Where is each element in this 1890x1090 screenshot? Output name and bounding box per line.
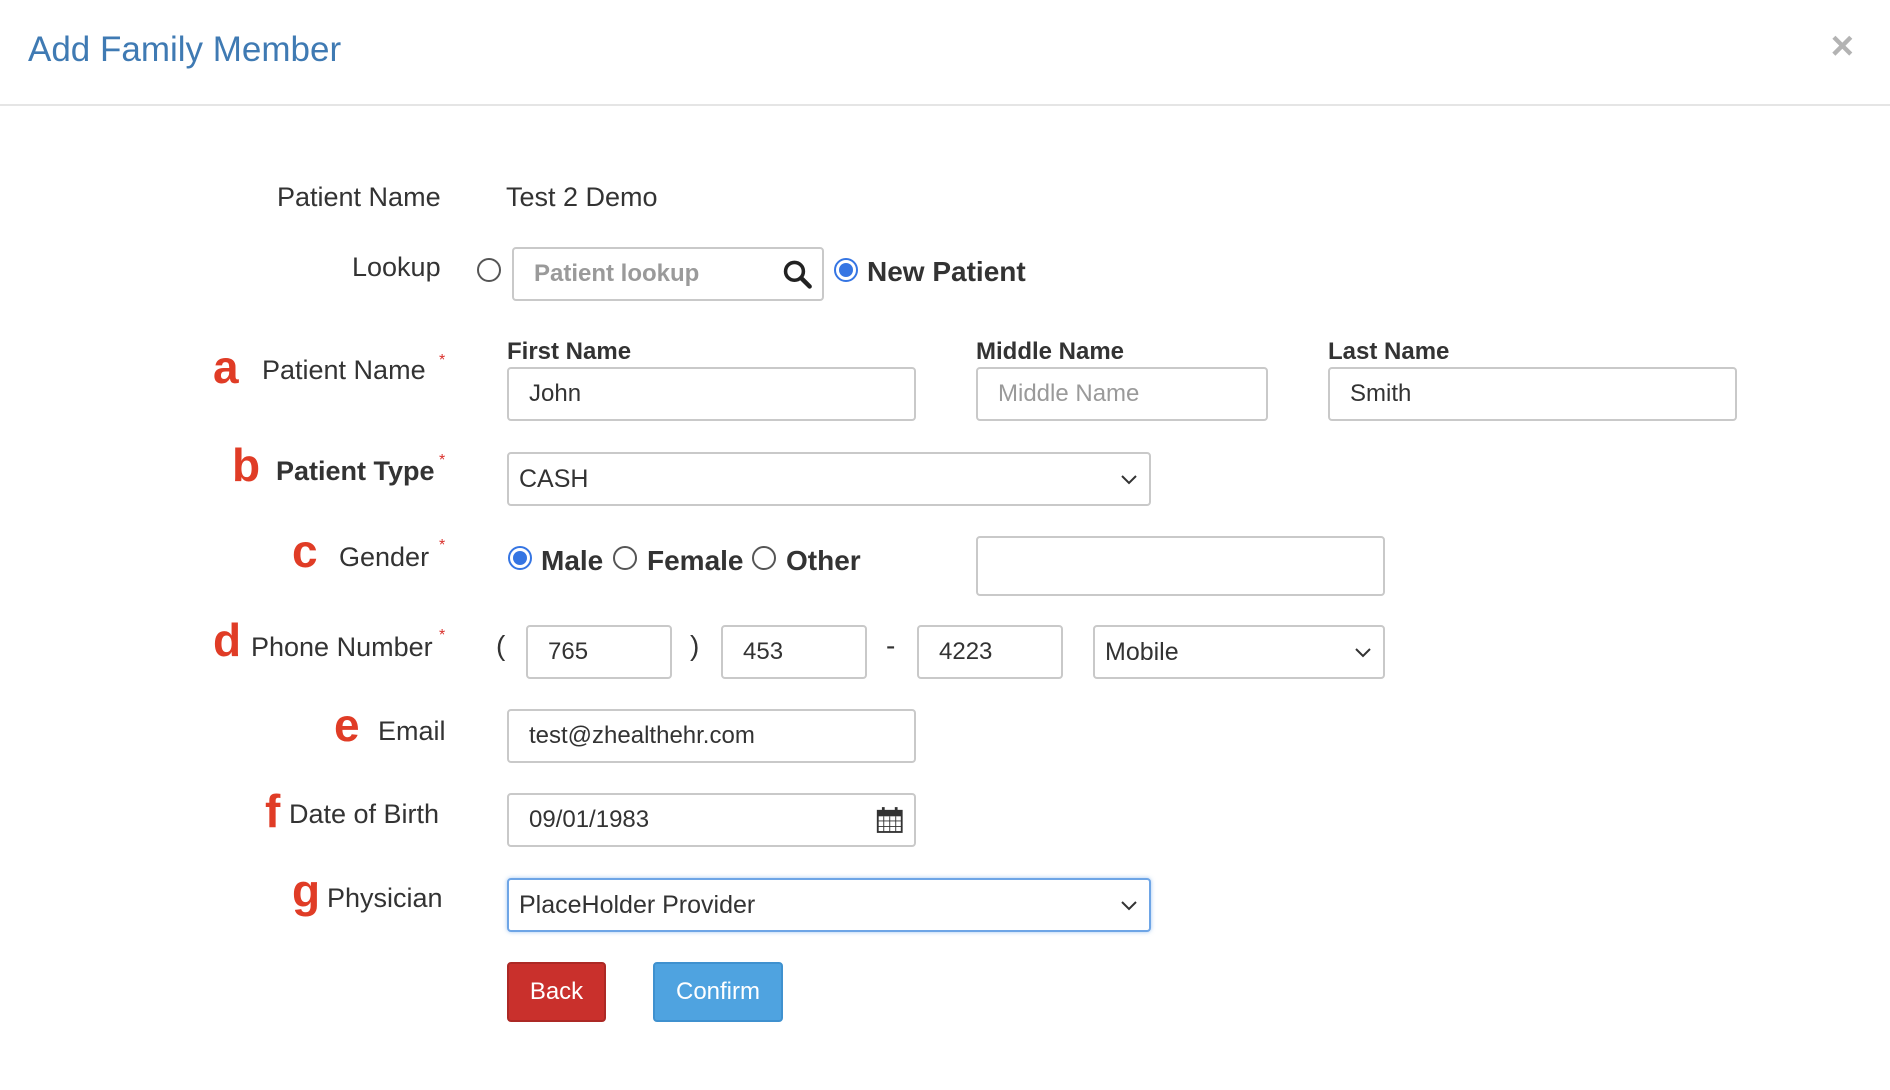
patient-lookup-input[interactable] [534,260,782,288]
back-button[interactable]: Back [507,962,606,1022]
close-icon[interactable]: × [1831,26,1854,66]
phone-line-input[interactable] [939,638,1041,666]
step-b-marker: b [232,439,261,491]
phone-type-select[interactable]: Mobile [1093,625,1385,679]
first-name-field[interactable] [507,367,916,421]
gender-female-radio[interactable] [613,546,637,570]
gender-label: Gender [339,542,430,572]
chevron-down-icon [1121,475,1137,485]
chevron-down-icon [1355,648,1371,658]
step-g-marker: g [292,865,321,917]
gender-other-input[interactable] [998,552,1363,580]
phone-type-value: Mobile [1105,637,1179,666]
phone-number-label: Phone Number [251,632,433,662]
lookup-label: Lookup [352,252,441,282]
new-patient-radio[interactable] [834,258,858,282]
dob-label: Date of Birth [289,799,440,829]
search-icon[interactable] [782,257,812,291]
step-e-marker: e [334,699,360,751]
calendar-icon[interactable] [875,804,904,836]
last-name-field[interactable] [1328,367,1737,421]
required-asterisk: * [439,452,446,469]
dob-field[interactable] [507,793,916,847]
patient-type-value: CASH [519,464,589,493]
physician-label: Physician [327,883,443,913]
phone-prefix-input[interactable] [743,638,845,666]
last-name-input[interactable] [1350,380,1715,408]
patient-type-select[interactable]: CASH [507,452,1151,506]
step-f-marker: f [265,785,281,837]
gender-other-radio[interactable] [752,546,776,570]
phone-prefix-field[interactable] [721,625,867,679]
dob-input[interactable] [529,806,875,834]
required-asterisk: * [439,537,446,554]
lookup-radio[interactable] [477,258,501,282]
new-patient-label: New Patient [867,256,1026,287]
gender-other-label: Other [786,545,861,576]
new-patient-name-label: Patient Name [262,355,426,385]
patient-type-label: Patient Type [276,456,435,486]
phone-area-input[interactable] [548,638,650,666]
physician-value: PlaceHolder Provider [519,890,756,919]
modal-header: Add Family Member × [0,0,1890,106]
modal-title: Add Family Member [28,30,342,69]
required-asterisk: * [439,352,446,369]
middle-name-label: Middle Name [976,338,1125,365]
gender-other-field[interactable] [976,536,1385,596]
first-name-label: First Name [507,338,632,365]
phone-close-paren: ) [690,630,700,661]
email-field[interactable] [507,709,916,763]
physician-select[interactable]: PlaceHolder Provider [507,878,1151,932]
step-c-marker: c [292,525,318,577]
phone-dash: - [886,630,896,661]
gender-male-radio[interactable] [508,546,532,570]
patient-name-label: Patient Name [277,182,441,212]
first-name-input[interactable] [529,380,894,408]
gender-male-label: Male [541,545,604,576]
email-input[interactable] [529,722,894,750]
patient-name-value: Test 2 Demo [506,182,658,212]
step-a-marker: a [213,341,239,393]
confirm-button[interactable]: Confirm [653,962,783,1022]
patient-lookup-field[interactable] [512,247,824,301]
chevron-down-icon [1121,901,1137,911]
email-label: Email [378,716,446,746]
phone-line-field[interactable] [917,625,1063,679]
required-asterisk: * [439,627,446,644]
middle-name-field[interactable] [976,367,1268,421]
last-name-label: Last Name [1328,338,1450,365]
gender-female-label: Female [647,545,744,576]
phone-area-field[interactable] [526,625,672,679]
step-d-marker: d [213,614,242,666]
phone-open-paren: ( [496,630,506,661]
middle-name-input[interactable] [998,380,1246,408]
